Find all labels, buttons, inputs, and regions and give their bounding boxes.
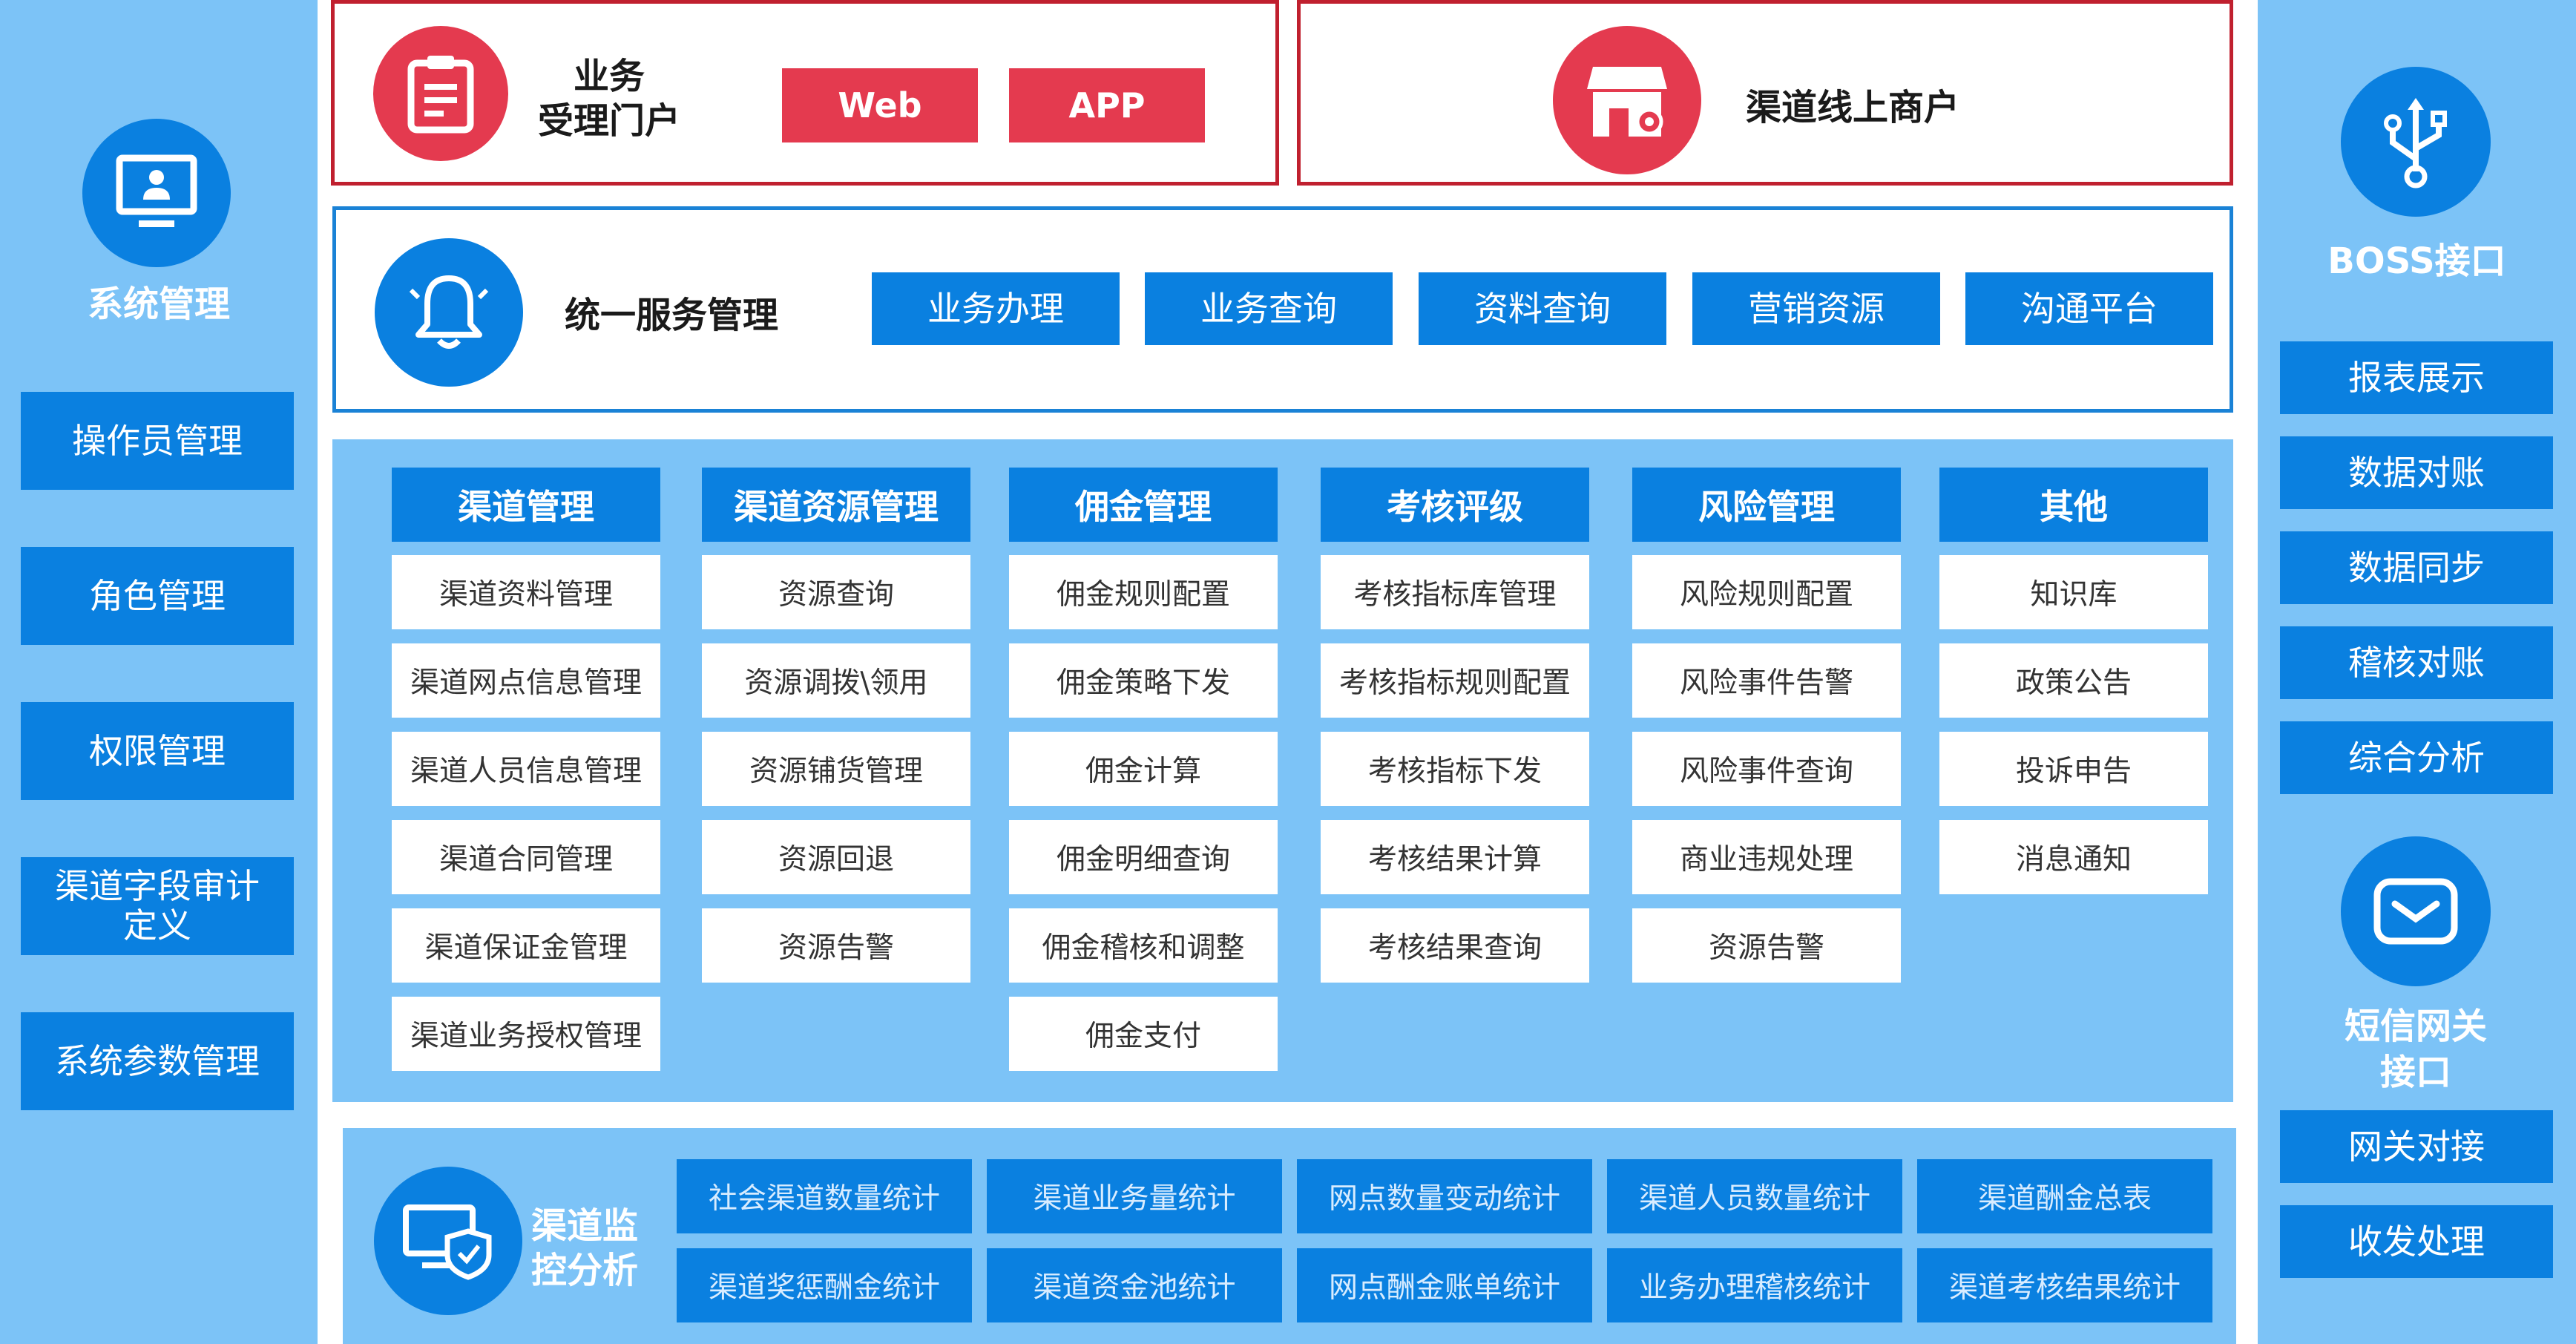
module-item[interactable]: 资源告警 bbox=[702, 908, 970, 983]
module-item[interactable]: 考核指标库管理 bbox=[1321, 555, 1589, 629]
data-query-button[interactable]: 资料查询 bbox=[1419, 272, 1666, 345]
send-receive-button[interactable]: 收发处理 bbox=[2280, 1205, 2553, 1278]
module-item[interactable]: 佣金稽核和调整 bbox=[1009, 908, 1278, 983]
module-item[interactable]: 风险事件查询 bbox=[1632, 732, 1901, 806]
module-item[interactable]: 渠道人员信息管理 bbox=[392, 732, 660, 806]
module-item[interactable]: 渠道合同管理 bbox=[392, 820, 660, 894]
module-item[interactable]: 知识库 bbox=[1939, 555, 2208, 629]
module-item[interactable]: 资源回退 bbox=[702, 820, 970, 894]
module-item[interactable]: 资源铺货管理 bbox=[702, 732, 970, 806]
system-management-title: 系统管理 bbox=[87, 283, 230, 325]
service-title: 统一服务管理 bbox=[565, 295, 779, 336]
module-item[interactable]: 考核指标下发 bbox=[1321, 732, 1589, 806]
monitor-stat-item[interactable]: 社会渠道数量统计 bbox=[677, 1159, 972, 1233]
monitor-stat-item[interactable]: 渠道人员数量统计 bbox=[1607, 1159, 1902, 1233]
system-management-panel: 系统管理 操作员管理 角色管理 权限管理 渠道字段审计定义 系统参数管理 bbox=[0, 0, 318, 1344]
module-item[interactable]: 考核结果计算 bbox=[1321, 820, 1589, 894]
system-parameter-management-button[interactable]: 系统参数管理 bbox=[21, 1012, 294, 1110]
boss-interface-icon-circle bbox=[2341, 67, 2491, 217]
monitor-user-icon bbox=[116, 154, 197, 227]
portal-icon-circle bbox=[373, 26, 508, 161]
module-item[interactable]: 风险事件告警 bbox=[1632, 643, 1901, 718]
gateway-connect-button[interactable]: 网关对接 bbox=[2280, 1110, 2553, 1183]
web-button[interactable]: Web bbox=[782, 68, 978, 142]
store-icon bbox=[1587, 67, 1667, 137]
monitor-stat-item[interactable]: 网点数量变动统计 bbox=[1297, 1159, 1592, 1233]
module-item[interactable]: 商业违规处理 bbox=[1632, 820, 1901, 894]
permission-management-button[interactable]: 权限管理 bbox=[21, 702, 294, 800]
role-management-button[interactable]: 角色管理 bbox=[21, 547, 294, 645]
module-item[interactable]: 佣金计算 bbox=[1009, 732, 1278, 806]
comprehensive-analysis-button[interactable]: 综合分析 bbox=[2280, 721, 2553, 794]
usb-icon bbox=[2384, 98, 2447, 189]
module-item[interactable]: 资源调拨\领用 bbox=[702, 643, 970, 718]
merchant-icon-circle bbox=[1553, 26, 1701, 174]
module-item[interactable]: 考核指标规则配置 bbox=[1321, 643, 1589, 718]
monitor-shield-icon bbox=[403, 1204, 492, 1280]
report-display-button[interactable]: 报表展示 bbox=[2280, 341, 2553, 414]
module-item[interactable]: 政策公告 bbox=[1939, 643, 2208, 718]
sms-gateway-title: 短信网关接口 bbox=[2344, 1006, 2487, 1093]
module-item[interactable]: 渠道网点信息管理 bbox=[392, 643, 660, 718]
module-header-commission: 佣金管理 bbox=[1009, 468, 1278, 542]
module-item[interactable]: 考核结果查询 bbox=[1321, 908, 1589, 983]
monitor-stat-item[interactable]: 业务办理稽核统计 bbox=[1607, 1248, 1902, 1322]
channel-field-audit-button[interactable]: 渠道字段审计定义 bbox=[21, 857, 294, 955]
app-button[interactable]: APP bbox=[1009, 68, 1205, 142]
service-icon-circle bbox=[375, 238, 523, 387]
module-header-other: 其他 bbox=[1939, 468, 2208, 542]
monitor-stat-item[interactable]: 渠道酬金总表 bbox=[1917, 1159, 2212, 1233]
module-item[interactable]: 渠道资料管理 bbox=[392, 555, 660, 629]
sms-gateway-icon-circle bbox=[2341, 836, 2491, 986]
data-reconciliation-button[interactable]: 数据对账 bbox=[2280, 436, 2553, 509]
module-header-channel-resource: 渠道资源管理 bbox=[702, 468, 970, 542]
business-handling-button[interactable]: 业务办理 bbox=[872, 272, 1120, 345]
module-item[interactable]: 渠道业务授权管理 bbox=[392, 997, 660, 1071]
monitor-stat-item[interactable]: 渠道资金池统计 bbox=[987, 1248, 1282, 1322]
marketing-resource-button[interactable]: 营销资源 bbox=[1692, 272, 1940, 345]
module-item[interactable]: 佣金支付 bbox=[1009, 997, 1278, 1071]
monitor-icon-circle bbox=[374, 1167, 522, 1315]
module-item[interactable]: 风险规则配置 bbox=[1632, 555, 1901, 629]
monitoring-panel: 渠道监 控分析 社会渠道数量统计 渠道业务量统计 网点数量变动统计 渠道人员数量… bbox=[343, 1128, 2236, 1344]
bell-icon bbox=[409, 275, 489, 349]
module-item[interactable]: 佣金规则配置 bbox=[1009, 555, 1278, 629]
operator-management-button[interactable]: 操作员管理 bbox=[21, 392, 294, 490]
module-item[interactable]: 消息通知 bbox=[1939, 820, 2208, 894]
data-sync-button[interactable]: 数据同步 bbox=[2280, 531, 2553, 604]
monitor-stat-item[interactable]: 渠道业务量统计 bbox=[987, 1159, 1282, 1233]
module-header-assessment: 考核评级 bbox=[1321, 468, 1589, 542]
business-portal-box: 业务 受理门户 Web APP bbox=[331, 0, 1279, 186]
portal-title-line2: 受理门户 bbox=[537, 100, 680, 142]
merchant-title: 渠道线上商户 bbox=[1746, 87, 1960, 128]
module-item[interactable]: 资源告警 bbox=[1632, 908, 1901, 983]
module-item[interactable]: 渠道保证金管理 bbox=[392, 908, 660, 983]
module-header-risk: 风险管理 bbox=[1632, 468, 1901, 542]
modules-panel: 渠道管理 渠道资料管理 渠道网点信息管理 渠道人员信息管理 渠道合同管理 渠道保… bbox=[332, 439, 2233, 1102]
system-management-icon-circle bbox=[82, 119, 231, 267]
module-item[interactable]: 佣金明细查询 bbox=[1009, 820, 1278, 894]
module-item[interactable]: 资源查询 bbox=[702, 555, 970, 629]
monitor-title-line2: 控分析 bbox=[531, 1250, 639, 1291]
boss-interface-title: BOSS接口 bbox=[2327, 240, 2506, 282]
interface-panel: BOSS接口 报表展示 数据对账 数据同步 稽核对账 综合分析 短信网关接口 网… bbox=[2258, 0, 2576, 1344]
module-item[interactable]: 投诉申告 bbox=[1939, 732, 2208, 806]
monitor-stat-item[interactable]: 渠道考核结果统计 bbox=[1917, 1248, 2212, 1322]
clipboard-icon bbox=[407, 56, 474, 134]
monitor-stat-item[interactable]: 网点酬金账单统计 bbox=[1297, 1248, 1592, 1322]
communication-platform-button[interactable]: 沟通平台 bbox=[1965, 272, 2213, 345]
unified-service-box: 统一服务管理 业务办理 业务查询 资料查询 营销资源 沟通平台 bbox=[332, 206, 2233, 413]
module-item[interactable]: 佣金策略下发 bbox=[1009, 643, 1278, 718]
module-header-channel-management: 渠道管理 bbox=[392, 468, 660, 542]
envelope-icon bbox=[2373, 878, 2458, 945]
online-merchant-box: 渠道线上商户 bbox=[1297, 0, 2233, 186]
audit-reconciliation-button[interactable]: 稽核对账 bbox=[2280, 626, 2553, 699]
business-query-button[interactable]: 业务查询 bbox=[1145, 272, 1393, 345]
monitor-stat-item[interactable]: 渠道奖惩酬金统计 bbox=[677, 1248, 972, 1322]
